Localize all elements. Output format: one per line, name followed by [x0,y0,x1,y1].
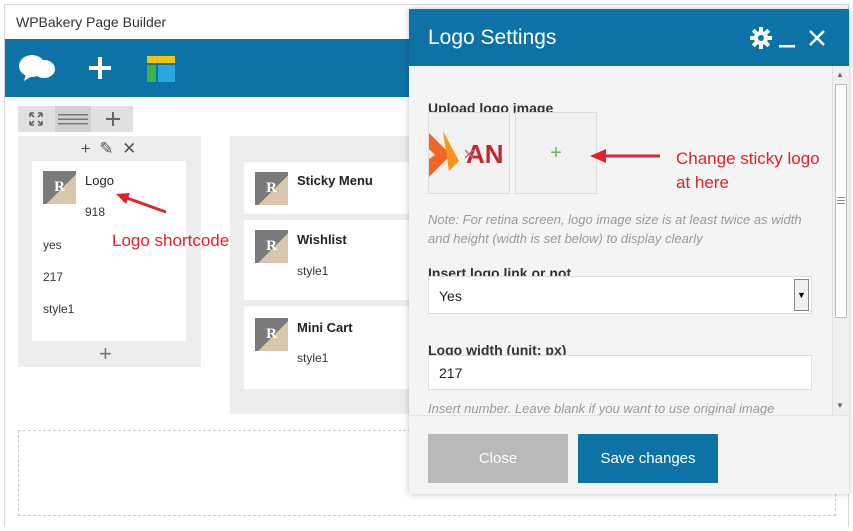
element-title: Mini Cart [297,320,353,335]
scroll-down-icon[interactable]: ▼ [836,401,844,410]
plus-icon: + [550,141,562,164]
save-changes-button[interactable]: Save changes [578,434,718,483]
logo-width-input[interactable]: 217 [428,355,812,390]
annotation-logo-shortcode: Logo shortcode [112,231,230,250]
modal-body: Upload logo image AN + Note: For retina … [409,66,832,415]
row-controls [18,106,133,132]
gear-icon[interactable] [750,27,772,54]
annotation-arrow-icon [590,149,660,163]
scrollbar-thumb[interactable] [835,84,847,318]
element-card-mini-cart[interactable]: R Mini Cart style1 [244,306,410,389]
clouds-logo-icon[interactable] [18,52,56,87]
modal-footer: Close Save changes [409,415,849,494]
column-1: + ✎ ✕ R Logo 918 yes 217 style1 + [18,136,201,367]
element-param: yes [43,238,62,252]
add-element-button[interactable]: + [99,341,112,367]
retina-note: Note: For retina screen, logo image size… [428,212,802,246]
annotation-arrow-icon [116,193,167,214]
element-title: Sticky Menu [297,173,373,188]
element-avatar: R [43,171,76,204]
element-param: 217 [43,270,64,284]
svg-text:AN: AN [466,139,504,169]
annotation-sticky-logo-line1: Change sticky logo [676,149,820,168]
select-value: Yes [439,288,462,304]
logo-preview-icon: AN [429,131,504,177]
element-param: style1 [43,302,75,316]
logo-image-thumbnail[interactable]: AN [428,112,510,194]
add-icon[interactable] [95,106,131,132]
element-param: 918 [85,205,106,219]
close-button[interactable]: Close [428,434,568,483]
element-title: Wishlist [297,232,347,247]
modal-header: Logo Settings [409,9,849,66]
column-2: R Sticky Menu R Wishlist style1 R Mini C… [230,136,410,414]
minimize-icon[interactable] [779,29,795,54]
element-avatar: R [255,318,288,351]
builder-title: WPBakery Page Builder [16,14,167,30]
layout-icon[interactable] [55,106,91,132]
modal-scrollbar[interactable]: ▲ ▼ [832,66,849,415]
scroll-up-icon[interactable]: ▲ [836,70,844,79]
logo-settings-modal: Logo Settings Upload logo image AN + Not… [409,9,849,494]
annotation-sticky-logo-line2: at here [676,173,729,192]
chevron-down-icon[interactable]: ▼ [794,279,809,311]
logo-element-card[interactable]: R Logo 918 yes 217 style1 [32,161,186,341]
element-avatar: R [255,172,288,205]
templates-icon[interactable] [147,56,175,87]
add-element-icon[interactable] [89,57,111,84]
modal-title: Logo Settings [428,26,557,49]
width-note: Insert number. Leave blank if you want t… [428,401,775,415]
element-card-wishlist[interactable]: R Wishlist style1 [244,220,410,300]
element-card-sticky-menu[interactable]: R Sticky Menu [244,162,410,214]
logo-link-select[interactable]: Yes ▼ [428,276,812,314]
element-param: style1 [297,264,329,278]
fullscreen-icon[interactable] [18,106,54,132]
column-controls[interactable]: + ✎ ✕ [18,139,201,159]
element-param: style1 [297,351,329,365]
add-sticky-logo-button[interactable]: + [515,112,597,194]
close-icon[interactable] [808,29,826,52]
element-title: Logo [85,173,114,188]
element-avatar: R [255,230,288,263]
